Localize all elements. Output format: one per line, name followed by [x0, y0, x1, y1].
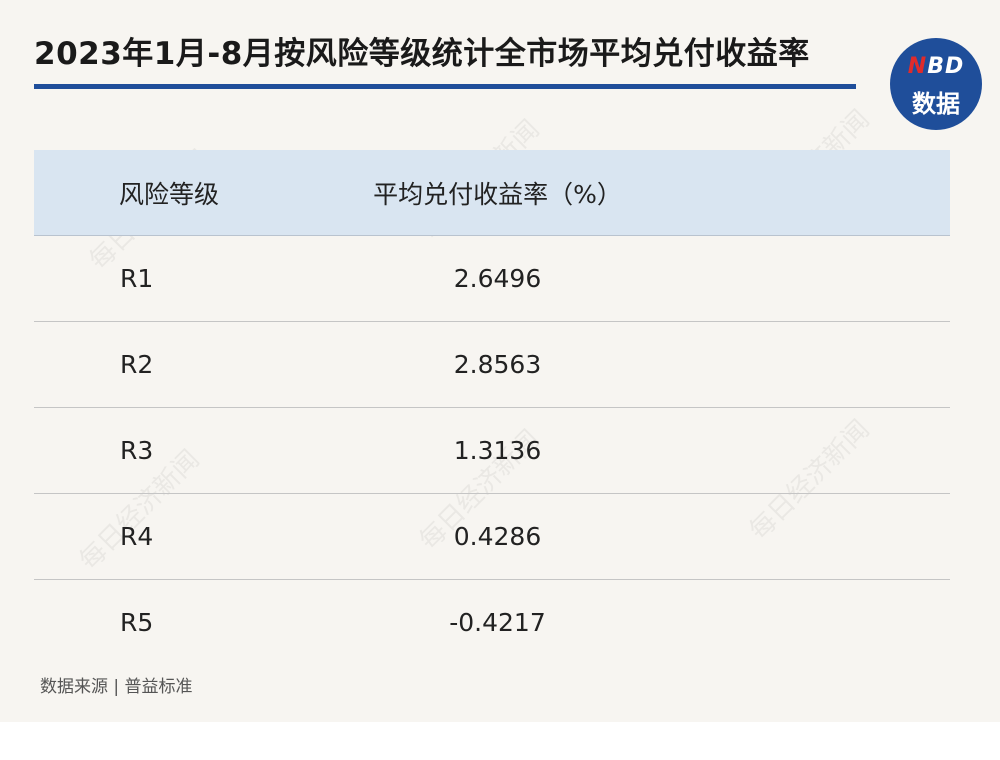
table-row: R3 1.3136: [34, 408, 950, 494]
yield-cell: 2.6496: [453, 264, 542, 293]
column-header-risk-level: 风险等级: [119, 179, 220, 209]
table-header: 风险等级 平均兑付收益率（%）: [34, 150, 950, 236]
data-source: 数据来源 | 普益标准: [40, 677, 193, 697]
yield-cell: 0.4286: [453, 522, 542, 551]
yield-cell: -0.4217: [449, 608, 546, 637]
logo-brand: NBD: [890, 54, 982, 79]
logo-brand-n: N: [907, 54, 928, 79]
risk-level-cell: R5: [120, 608, 154, 637]
table-row: R5 -0.4217: [34, 580, 950, 665]
risk-level-cell: R1: [120, 264, 154, 293]
risk-level-cell: R4: [120, 522, 154, 551]
yield-cell: 1.3136: [453, 436, 542, 465]
title-underline: [34, 84, 856, 89]
footer-band: [0, 722, 1000, 760]
column-header-yield: 平均兑付收益率（%）: [373, 179, 622, 209]
logo-label: 数据: [912, 90, 960, 118]
table-row: R4 0.4286: [34, 494, 950, 580]
page-title: 2023年1月-8月按风险等级统计全市场平均兑付收益率: [34, 36, 810, 72]
nbd-data-logo: NBD 数据: [890, 38, 982, 130]
risk-level-cell: R2: [120, 350, 154, 379]
table-row: R1 2.6496: [34, 236, 950, 322]
risk-level-cell: R3: [120, 436, 154, 465]
yield-cell: 2.8563: [453, 350, 542, 379]
logo-brand-rest: BD: [927, 54, 965, 79]
yield-table: 风险等级 平均兑付收益率（%） R1 2.6496 R2 2.8563 R3 1…: [34, 150, 950, 665]
table-row: R2 2.8563: [34, 322, 950, 408]
